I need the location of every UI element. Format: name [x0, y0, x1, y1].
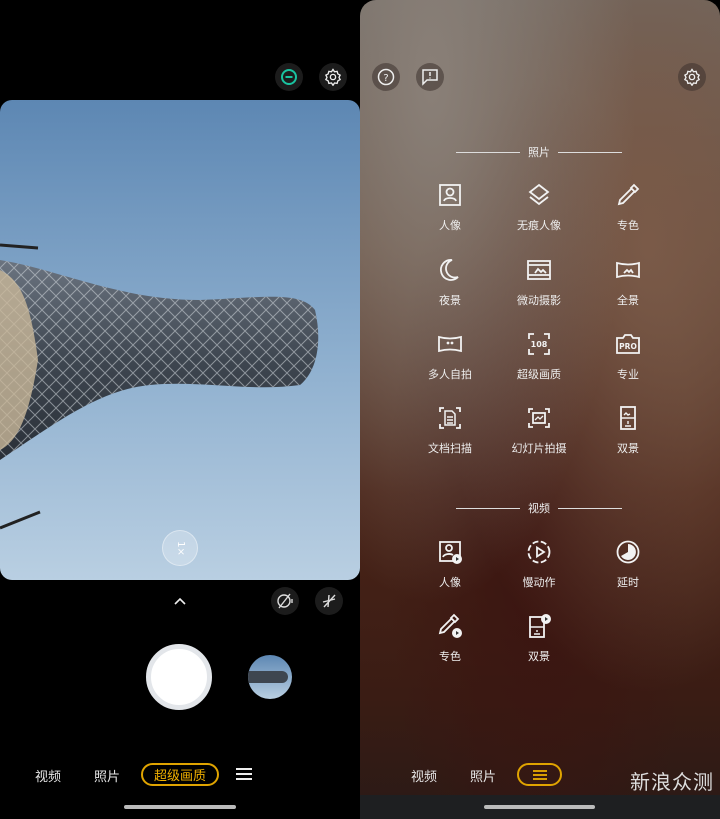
slide-icon: [528, 408, 550, 428]
pro-icon: PRO: [616, 334, 640, 354]
beauty-button[interactable]: [271, 587, 299, 615]
mode-item[interactable]: 全景: [588, 257, 668, 308]
shutter-button[interactable]: [146, 644, 212, 710]
mode-item[interactable]: 人像: [410, 182, 490, 233]
mode-item-label: 多人自拍: [428, 368, 472, 381]
viewfinder[interactable]: 1×: [0, 100, 360, 580]
mode-super-quality-label: 超级画质: [153, 769, 206, 784]
feedback-button[interactable]: [416, 63, 444, 91]
feedback-icon: [422, 69, 438, 86]
layers-icon: [528, 183, 550, 206]
svg-text:?: ?: [383, 73, 388, 84]
mode-item-label: 专色: [439, 650, 461, 663]
108mp-icon: 108: [528, 333, 550, 355]
zoom-button[interactable]: 1×: [162, 530, 198, 566]
help-button[interactable]: ?: [372, 63, 400, 91]
beauty-off-icon: [277, 593, 293, 609]
mode-item-label: 双景: [528, 650, 550, 663]
settings-button[interactable]: [319, 63, 347, 91]
chevron-up-icon[interactable]: [173, 596, 187, 606]
settings-icon: [324, 68, 342, 86]
mode-menu-button[interactable]: [517, 763, 562, 786]
mode-menu-screen: ? 照片 人像 无痕人像 专色 夜景 微动摄影 全景 多人自拍 108 超级画质 PRO 专业 文档扫…: [360, 0, 720, 819]
slow-motion-icon: [527, 540, 551, 564]
mode-item[interactable]: 微动摄影: [499, 257, 579, 308]
mode-item-label: 人像: [439, 576, 461, 589]
document-scan-icon: [439, 407, 461, 429]
video-section-header: 视频: [456, 500, 622, 516]
film-icon: [527, 260, 551, 280]
group-selfie-icon: [438, 335, 462, 353]
mode-item-label: 延时: [617, 576, 639, 589]
mode-item[interactable]: 专色: [588, 182, 668, 233]
mode-item-label: 专色: [617, 219, 639, 232]
mode-photo[interactable]: 照片: [94, 766, 120, 785]
mode-item[interactable]: 文档扫描: [410, 405, 490, 456]
filter-button[interactable]: [275, 63, 303, 91]
mode-item[interactable]: 专色: [410, 613, 490, 664]
mode-item[interactable]: 双景: [588, 405, 668, 456]
mode-item[interactable]: 多人自拍: [410, 331, 490, 382]
camera-screen: 1× 视频 照片 超级画质: [0, 0, 360, 819]
mode-photo[interactable]: 照片: [470, 766, 496, 785]
mode-item[interactable]: 延时: [588, 539, 668, 590]
flash-off-icon: [322, 594, 336, 608]
mode-super-quality[interactable]: 超级画质: [141, 763, 219, 786]
mode-item[interactable]: PRO 专业: [588, 331, 668, 382]
zoom-label: 1×: [174, 540, 186, 556]
mode-item[interactable]: 幻灯片拍摄: [499, 405, 579, 456]
eyedropper-icon: [617, 183, 640, 206]
mode-item[interactable]: 夜景: [410, 257, 490, 308]
mode-item-label: 人像: [439, 219, 461, 232]
portrait-icon: [439, 184, 461, 206]
flash-button[interactable]: [315, 587, 343, 615]
section-title: 照片: [528, 146, 550, 159]
section-title: 视频: [528, 502, 550, 515]
panorama-icon: [616, 261, 640, 279]
mode-item[interactable]: 无痕人像: [499, 182, 579, 233]
portrait-video-icon: [439, 541, 462, 564]
mode-item-label: 文档扫描: [428, 442, 472, 455]
mode-item-label: 夜景: [439, 294, 461, 307]
timelapse-icon: [616, 540, 640, 564]
mode-item-label: 幻灯片拍摄: [511, 442, 567, 455]
mode-item-label: 专业: [617, 368, 639, 381]
photo-section-header: 照片: [456, 144, 622, 160]
menu-icon[interactable]: [235, 767, 253, 781]
mode-video[interactable]: 视频: [411, 766, 437, 785]
mode-item-label: 无痕人像: [517, 219, 561, 232]
moon-icon: [440, 259, 459, 281]
watermark: 新浪众测: [630, 770, 714, 794]
mode-item-label: 全景: [617, 294, 639, 307]
menu-icon: [532, 769, 547, 780]
no-filter-icon: [281, 69, 297, 85]
dual-view-icon: [620, 406, 636, 430]
gallery-thumbnail[interactable]: [248, 655, 292, 699]
settings-icon: [683, 68, 701, 86]
settings-button[interactable]: [678, 63, 706, 91]
mode-item-label: 双景: [617, 442, 639, 455]
mode-item[interactable]: 双景: [499, 613, 579, 664]
home-indicator[interactable]: [124, 805, 236, 809]
mode-item[interactable]: 人像: [410, 539, 490, 590]
home-indicator[interactable]: [484, 805, 595, 809]
svg-text:108: 108: [531, 340, 548, 349]
mode-item-label: 慢动作: [522, 576, 556, 589]
help-icon: ?: [377, 68, 395, 86]
mode-item[interactable]: 108 超级画质: [499, 331, 579, 382]
dual-view-video-icon: [529, 614, 551, 638]
eyedropper-video-icon: [438, 613, 462, 638]
mode-item-label: 微动摄影: [517, 294, 561, 307]
mode-item-label: 超级画质: [517, 368, 561, 381]
mode-video[interactable]: 视频: [35, 766, 61, 785]
mode-item[interactable]: 慢动作: [499, 539, 579, 590]
svg-text:PRO: PRO: [619, 342, 637, 351]
tower-image: [0, 243, 319, 530]
